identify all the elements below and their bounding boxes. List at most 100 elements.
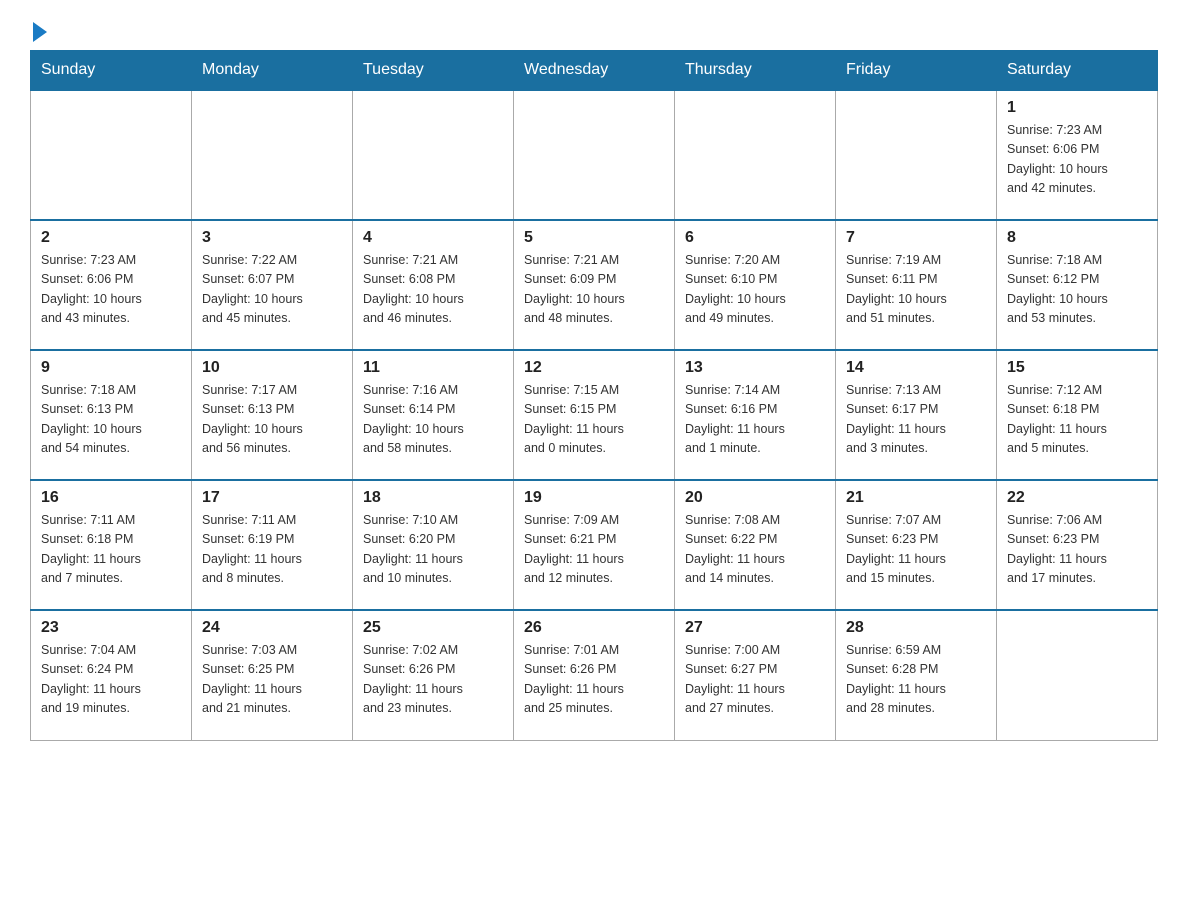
calendar-day-cell bbox=[836, 90, 997, 220]
day-number: 6 bbox=[685, 229, 825, 247]
day-number: 2 bbox=[41, 229, 181, 247]
day-number: 23 bbox=[41, 619, 181, 637]
calendar-day-cell: 22 Sunrise: 7:06 AMSunset: 6:23 PMDayligh… bbox=[997, 480, 1158, 610]
calendar-table: SundayMondayTuesdayWednesdayThursdayFrid… bbox=[30, 50, 1158, 741]
day-sun-info: Sunrise: 7:12 AMSunset: 6:18 PMDaylight:… bbox=[1007, 381, 1147, 459]
calendar-day-cell bbox=[353, 90, 514, 220]
day-number: 9 bbox=[41, 359, 181, 377]
page-header bbox=[30, 20, 1158, 40]
day-sun-info: Sunrise: 7:20 AMSunset: 6:10 PMDaylight:… bbox=[685, 251, 825, 329]
day-sun-info: Sunrise: 7:09 AMSunset: 6:21 PMDaylight:… bbox=[524, 511, 664, 589]
calendar-day-cell: 17 Sunrise: 7:11 AMSunset: 6:19 PMDayligh… bbox=[192, 480, 353, 610]
calendar-day-cell: 19 Sunrise: 7:09 AMSunset: 6:21 PMDayligh… bbox=[514, 480, 675, 610]
calendar-day-cell: 14 Sunrise: 7:13 AMSunset: 6:17 PMDayligh… bbox=[836, 350, 997, 480]
day-sun-info: Sunrise: 7:11 AMSunset: 6:19 PMDaylight:… bbox=[202, 511, 342, 589]
day-of-week-header: Monday bbox=[192, 51, 353, 91]
day-number: 1 bbox=[1007, 99, 1147, 117]
calendar-day-cell bbox=[192, 90, 353, 220]
calendar-day-cell: 21 Sunrise: 7:07 AMSunset: 6:23 PMDayligh… bbox=[836, 480, 997, 610]
day-sun-info: Sunrise: 7:17 AMSunset: 6:13 PMDaylight:… bbox=[202, 381, 342, 459]
day-of-week-header: Sunday bbox=[31, 51, 192, 91]
calendar-day-cell: 9Sunrise: 7:18 AMSunset: 6:13 PMDaylight… bbox=[31, 350, 192, 480]
day-of-week-header: Wednesday bbox=[514, 51, 675, 91]
day-number: 15 bbox=[1007, 359, 1147, 377]
calendar-day-cell bbox=[31, 90, 192, 220]
calendar-day-cell bbox=[675, 90, 836, 220]
calendar-day-cell: 6 Sunrise: 7:20 AMSunset: 6:10 PMDaylight… bbox=[675, 220, 836, 350]
calendar-day-cell: 7 Sunrise: 7:19 AMSunset: 6:11 PMDaylight… bbox=[836, 220, 997, 350]
day-number: 5 bbox=[524, 229, 664, 247]
day-sun-info: Sunrise: 7:10 AMSunset: 6:20 PMDaylight:… bbox=[363, 511, 503, 589]
day-number: 27 bbox=[685, 619, 825, 637]
day-number: 7 bbox=[846, 229, 986, 247]
day-sun-info: Sunrise: 7:16 AMSunset: 6:14 PMDaylight:… bbox=[363, 381, 503, 459]
day-number: 22 bbox=[1007, 489, 1147, 507]
day-of-week-header: Saturday bbox=[997, 51, 1158, 91]
day-sun-info: Sunrise: 7:15 AMSunset: 6:15 PMDaylight:… bbox=[524, 381, 664, 459]
day-sun-info: Sunrise: 7:21 AMSunset: 6:09 PMDaylight:… bbox=[524, 251, 664, 329]
calendar-week-row: 1 Sunrise: 7:23 AMSunset: 6:06 PMDaylight… bbox=[31, 90, 1158, 220]
day-number: 17 bbox=[202, 489, 342, 507]
calendar-day-cell: 16 Sunrise: 7:11 AMSunset: 6:18 PMDayligh… bbox=[31, 480, 192, 610]
day-number: 18 bbox=[363, 489, 503, 507]
day-sun-info: Sunrise: 7:19 AMSunset: 6:11 PMDaylight:… bbox=[846, 251, 986, 329]
day-number: 24 bbox=[202, 619, 342, 637]
day-sun-info: Sunrise: 7:02 AMSunset: 6:26 PMDaylight:… bbox=[363, 641, 503, 719]
calendar-day-cell: 10 Sunrise: 7:17 AMSunset: 6:13 PMDayligh… bbox=[192, 350, 353, 480]
day-number: 20 bbox=[685, 489, 825, 507]
calendar-day-cell: 3 Sunrise: 7:22 AMSunset: 6:07 PMDaylight… bbox=[192, 220, 353, 350]
calendar-week-row: 2 Sunrise: 7:23 AMSunset: 6:06 PMDaylight… bbox=[31, 220, 1158, 350]
calendar-day-cell bbox=[997, 610, 1158, 740]
calendar-day-cell: 15 Sunrise: 7:12 AMSunset: 6:18 PMDayligh… bbox=[997, 350, 1158, 480]
calendar-day-cell: 12 Sunrise: 7:15 AMSunset: 6:15 PMDayligh… bbox=[514, 350, 675, 480]
day-number: 21 bbox=[846, 489, 986, 507]
day-number: 4 bbox=[363, 229, 503, 247]
calendar-day-cell: 20Sunrise: 7:08 AMSunset: 6:22 PMDayligh… bbox=[675, 480, 836, 610]
day-sun-info: Sunrise: 7:06 AMSunset: 6:23 PMDaylight:… bbox=[1007, 511, 1147, 589]
calendar-day-cell: 25 Sunrise: 7:02 AMSunset: 6:26 PMDayligh… bbox=[353, 610, 514, 740]
day-sun-info: Sunrise: 7:21 AMSunset: 6:08 PMDaylight:… bbox=[363, 251, 503, 329]
day-number: 11 bbox=[363, 359, 503, 377]
day-sun-info: Sunrise: 7:03 AMSunset: 6:25 PMDaylight:… bbox=[202, 641, 342, 719]
day-of-week-header: Thursday bbox=[675, 51, 836, 91]
day-of-week-header: Tuesday bbox=[353, 51, 514, 91]
day-number: 14 bbox=[846, 359, 986, 377]
day-number: 3 bbox=[202, 229, 342, 247]
day-sun-info: Sunrise: 7:18 AMSunset: 6:12 PMDaylight:… bbox=[1007, 251, 1147, 329]
calendar-day-cell: 8 Sunrise: 7:18 AMSunset: 6:12 PMDaylight… bbox=[997, 220, 1158, 350]
day-number: 16 bbox=[41, 489, 181, 507]
calendar-day-cell: 28Sunrise: 6:59 AMSunset: 6:28 PMDayligh… bbox=[836, 610, 997, 740]
calendar-day-cell: 2 Sunrise: 7:23 AMSunset: 6:06 PMDaylight… bbox=[31, 220, 192, 350]
day-sun-info: Sunrise: 7:13 AMSunset: 6:17 PMDaylight:… bbox=[846, 381, 986, 459]
calendar-week-row: 9Sunrise: 7:18 AMSunset: 6:13 PMDaylight… bbox=[31, 350, 1158, 480]
calendar-day-cell: 13 Sunrise: 7:14 AMSunset: 6:16 PMDayligh… bbox=[675, 350, 836, 480]
day-sun-info: Sunrise: 7:23 AMSunset: 6:06 PMDaylight:… bbox=[1007, 121, 1147, 199]
day-sun-info: Sunrise: 7:11 AMSunset: 6:18 PMDaylight:… bbox=[41, 511, 181, 589]
calendar-week-row: 16 Sunrise: 7:11 AMSunset: 6:18 PMDayligh… bbox=[31, 480, 1158, 610]
day-sun-info: Sunrise: 7:07 AMSunset: 6:23 PMDaylight:… bbox=[846, 511, 986, 589]
calendar-day-cell: 18 Sunrise: 7:10 AMSunset: 6:20 PMDayligh… bbox=[353, 480, 514, 610]
day-sun-info: Sunrise: 7:01 AMSunset: 6:26 PMDaylight:… bbox=[524, 641, 664, 719]
calendar-day-cell: 11 Sunrise: 7:16 AMSunset: 6:14 PMDayligh… bbox=[353, 350, 514, 480]
calendar-day-cell: 1 Sunrise: 7:23 AMSunset: 6:06 PMDaylight… bbox=[997, 90, 1158, 220]
day-number: 19 bbox=[524, 489, 664, 507]
day-sun-info: Sunrise: 7:14 AMSunset: 6:16 PMDaylight:… bbox=[685, 381, 825, 459]
calendar-day-cell: 24 Sunrise: 7:03 AMSunset: 6:25 PMDayligh… bbox=[192, 610, 353, 740]
calendar-day-cell: 23 Sunrise: 7:04 AMSunset: 6:24 PMDayligh… bbox=[31, 610, 192, 740]
calendar-day-cell: 26Sunrise: 7:01 AMSunset: 6:26 PMDayligh… bbox=[514, 610, 675, 740]
calendar-day-cell: 5 Sunrise: 7:21 AMSunset: 6:09 PMDaylight… bbox=[514, 220, 675, 350]
day-number: 10 bbox=[202, 359, 342, 377]
day-number: 13 bbox=[685, 359, 825, 377]
calendar-week-row: 23 Sunrise: 7:04 AMSunset: 6:24 PMDayligh… bbox=[31, 610, 1158, 740]
day-number: 28 bbox=[846, 619, 986, 637]
day-number: 25 bbox=[363, 619, 503, 637]
day-sun-info: Sunrise: 7:04 AMSunset: 6:24 PMDaylight:… bbox=[41, 641, 181, 719]
day-sun-info: Sunrise: 7:23 AMSunset: 6:06 PMDaylight:… bbox=[41, 251, 181, 329]
calendar-header-row: SundayMondayTuesdayWednesdayThursdayFrid… bbox=[31, 51, 1158, 91]
calendar-day-cell: 27 Sunrise: 7:00 AMSunset: 6:27 PMDayligh… bbox=[675, 610, 836, 740]
day-number: 12 bbox=[524, 359, 664, 377]
day-sun-info: Sunrise: 7:22 AMSunset: 6:07 PMDaylight:… bbox=[202, 251, 342, 329]
day-of-week-header: Friday bbox=[836, 51, 997, 91]
day-number: 8 bbox=[1007, 229, 1147, 247]
day-sun-info: Sunrise: 7:00 AMSunset: 6:27 PMDaylight:… bbox=[685, 641, 825, 719]
